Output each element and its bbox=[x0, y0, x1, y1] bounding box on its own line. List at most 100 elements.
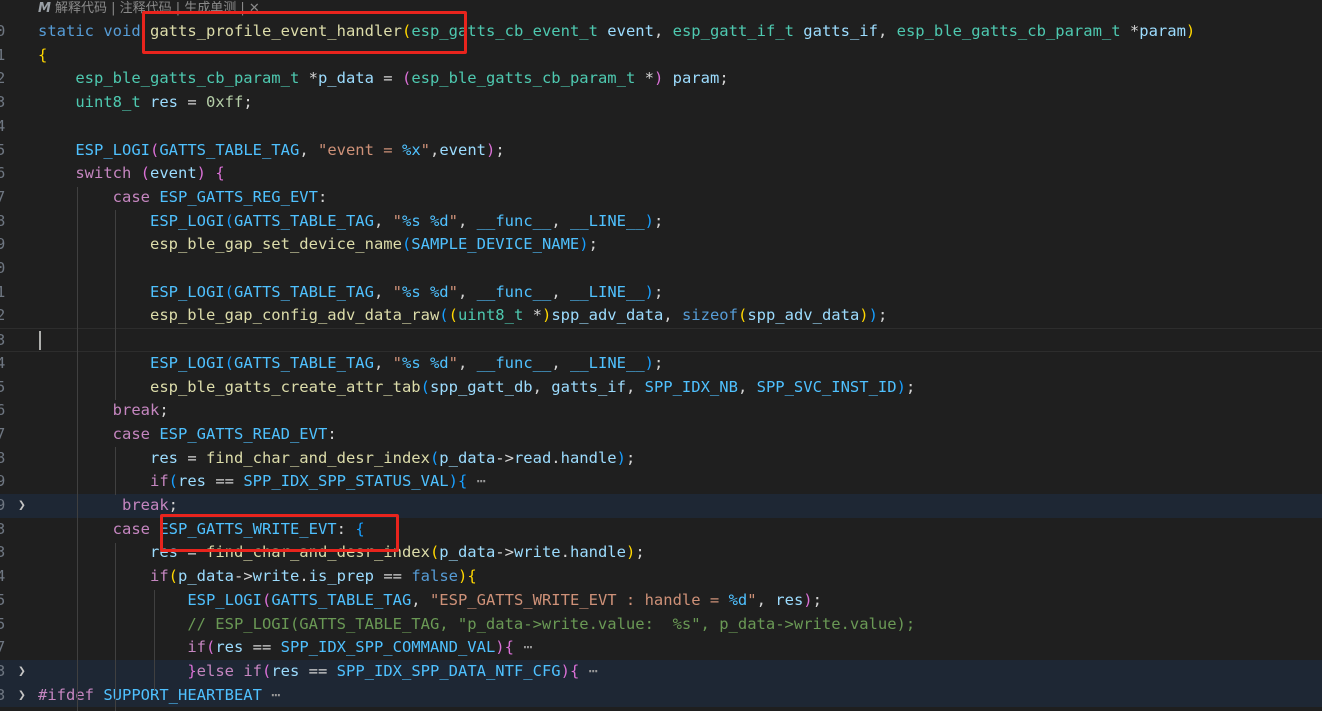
code-token: case bbox=[112, 519, 160, 538]
code-token: // ESP_LOGI(GATTS_TABLE_TAG, "p_data->wr… bbox=[187, 614, 916, 633]
code-token: * bbox=[1129, 22, 1140, 40]
line-number: 5 bbox=[0, 140, 6, 159]
line-number: 5 bbox=[0, 590, 6, 609]
code-line[interactable]: 5 esp_ble_gatts_create_attr_tab(spp_gatt… bbox=[0, 376, 1322, 400]
indent-guide bbox=[115, 543, 116, 711]
code-token: esp_ble_gatts_cb_param_t bbox=[411, 69, 645, 88]
code-token: res bbox=[271, 661, 300, 680]
code-token: gatts_if bbox=[551, 377, 626, 396]
code-text: esp_ble_gap_set_device_name(SAMPLE_DEVIC… bbox=[38, 233, 598, 257]
code-token: { bbox=[504, 638, 514, 657]
code-editor[interactable]: M 解释代码 | 注释代码 | 生成单测 | ✕ 0 static void gat… bbox=[0, 0, 1322, 711]
code-token: p_data bbox=[439, 448, 496, 467]
code-line[interactable]: 1 ESP_LOGI(GATTS_TABLE_TAG, "%s %d", __f… bbox=[0, 281, 1322, 305]
code-token: ; bbox=[654, 353, 664, 372]
code-token: %s %d bbox=[401, 353, 449, 372]
code-line[interactable]: 9 esp_ble_gap_set_device_name(SAMPLE_DEV… bbox=[0, 233, 1322, 257]
code-line[interactable]: 5 // ESP_LOGI(GATTS_TABLE_TAG, "p_data->… bbox=[0, 613, 1322, 637]
code-token: ) bbox=[644, 282, 654, 301]
code-token: ( bbox=[140, 164, 150, 183]
code-token: SPP_IDX_NB bbox=[644, 377, 738, 396]
code-line[interactable]: 9 if(res == SPP_IDX_SPP_STATUS_VAL){ ⋯ bbox=[0, 470, 1322, 494]
code-token: , bbox=[373, 353, 393, 372]
code-token: ) bbox=[644, 353, 654, 372]
code-token: __LINE__ bbox=[570, 353, 645, 372]
code-token: == bbox=[243, 638, 281, 657]
code-token: ( bbox=[262, 661, 272, 680]
code-line[interactable]: 5 ESP_LOGI(GATTS_TABLE_TAG, "ESP_GATTS_W… bbox=[0, 589, 1322, 613]
code-token: = bbox=[177, 93, 206, 112]
code-line[interactable]: 3 bbox=[0, 328, 1322, 352]
code-token: , bbox=[737, 377, 757, 396]
code-line[interactable]: 8 res = find_char_and_desr_index(p_data-… bbox=[0, 447, 1322, 471]
annotation-box-write-evt bbox=[160, 514, 399, 552]
line-number: 3 bbox=[0, 519, 6, 538]
code-token: : bbox=[327, 424, 337, 443]
code-text: // ESP_LOGI(GATTS_TABLE_TAG, "p_data->wr… bbox=[38, 613, 915, 637]
code-token: * bbox=[532, 306, 542, 325]
fold-chevron-icon[interactable]: ❯ bbox=[18, 684, 26, 708]
line-number: 6 bbox=[0, 401, 6, 420]
code-line[interactable]: 5 ESP_LOGI(GATTS_TABLE_TAG, "event = %x"… bbox=[0, 139, 1322, 163]
code-line[interactable]: 3 ❯ #ifdef SUPPORT_HEARTBEAT ⋯ bbox=[0, 683, 1322, 708]
code-line[interactable]: 6 break; bbox=[0, 399, 1322, 423]
code-token: == bbox=[206, 472, 244, 491]
code-token: ( bbox=[149, 140, 160, 159]
code-line[interactable]: 4 bbox=[0, 115, 1322, 139]
code-token: break bbox=[122, 496, 169, 514]
code-token: #ifdef bbox=[38, 685, 104, 704]
code-token: } bbox=[187, 661, 197, 680]
code-token: break bbox=[112, 401, 160, 420]
code-token: ⋯ bbox=[579, 661, 598, 680]
code-text: esp_ble_gatts_create_attr_tab(spp_gatt_d… bbox=[38, 376, 915, 400]
code-text: { bbox=[38, 44, 47, 68]
code-token: handle bbox=[569, 543, 626, 562]
code-line[interactable]: 7 case ESP_GATTS_REG_EVT: bbox=[0, 186, 1322, 210]
code-token: p_data bbox=[317, 69, 374, 88]
code-token: ; bbox=[812, 590, 822, 609]
code-line[interactable]: 3 uint8_t res = 0xff; bbox=[0, 91, 1322, 115]
code-token: , bbox=[458, 282, 477, 301]
line-number: 4 bbox=[0, 353, 6, 372]
code-token: esp_ble_gatts_cb_param_t bbox=[896, 22, 1130, 40]
line-number: 7 bbox=[0, 424, 6, 443]
text-cursor bbox=[39, 331, 41, 350]
code-line[interactable]: 8 ESP_LOGI(GATTS_TABLE_TAG, "%s %d", __f… bbox=[0, 210, 1322, 234]
code-line[interactable]: 4 if(p_data->write.is_prep == false){ bbox=[0, 565, 1322, 589]
code-line[interactable]: 2 esp_ble_gatts_cb_param_t *p_data = (es… bbox=[0, 67, 1322, 91]
code-token: is_prep bbox=[308, 567, 375, 586]
code-line[interactable]: 6 switch (event) { bbox=[0, 162, 1322, 186]
code-token: , bbox=[458, 353, 477, 372]
code-token: == bbox=[299, 661, 337, 680]
fold-chevron-icon[interactable]: ❯ bbox=[18, 660, 26, 684]
code-token: ) bbox=[486, 140, 496, 159]
code-token: ( bbox=[401, 235, 412, 254]
code-token: __func__ bbox=[476, 353, 552, 372]
code-token: { bbox=[569, 661, 580, 680]
code-token: esp_ble_gatts_cb_param_t bbox=[75, 69, 309, 88]
code-token: 0xff bbox=[205, 93, 244, 112]
code-line[interactable]: 7 if(res == SPP_IDX_SPP_COMMAND_VAL){ ⋯ bbox=[0, 636, 1322, 660]
code-token: " bbox=[448, 282, 458, 301]
code-token: = bbox=[373, 69, 402, 88]
code-line[interactable]: 3 ❯ }else if(res == SPP_IDX_SPP_DATA_NTF_… bbox=[0, 659, 1322, 684]
code-line[interactable]: 0 bbox=[0, 257, 1322, 281]
code-line[interactable]: 4 ESP_LOGI(GATTS_TABLE_TAG, "%s %d", __f… bbox=[0, 352, 1322, 376]
code-line[interactable]: 7 case ESP_GATTS_READ_EVT: bbox=[0, 423, 1322, 447]
code-token: ; bbox=[159, 401, 169, 420]
code-token: ) bbox=[896, 377, 906, 396]
line-number: 5 bbox=[0, 377, 6, 396]
code-line[interactable]: 2 esp_ble_gap_config_adv_data_raw((uint8… bbox=[0, 304, 1322, 328]
fold-chevron-icon[interactable]: ❯ bbox=[18, 494, 26, 518]
code-token: __func__ bbox=[476, 211, 552, 230]
code-token: , bbox=[373, 211, 393, 230]
code-token: esp_ble_gap_set_device_name bbox=[149, 235, 402, 254]
code-token: spp_adv_data bbox=[551, 306, 664, 325]
code-text: if(res == SPP_IDX_SPP_COMMAND_VAL){ ⋯ bbox=[38, 636, 532, 660]
code-token: ) bbox=[579, 235, 589, 254]
